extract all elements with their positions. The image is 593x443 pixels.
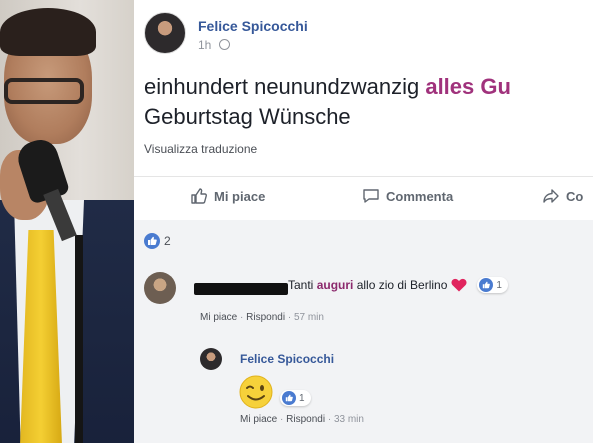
thumbs-up-icon (191, 188, 207, 204)
comment-reaction-pill[interactable]: 1 (477, 277, 508, 293)
post-text: einhundert neunundzwanzig alles Gu Gebur… (144, 72, 511, 132)
comment-actions: Mi piace · Rispondi · 57 min (200, 312, 324, 323)
comment-text-post: allo zio di Berlino (353, 278, 448, 292)
post-text-plain: einhundert neunundzwanzig (144, 74, 426, 99)
reply-reaction-count: 1 (299, 392, 305, 404)
share-button-label: Co (566, 188, 584, 204)
comment-reply-link[interactable]: Rispondi (246, 312, 285, 323)
reply-time[interactable]: 33 min (334, 414, 364, 425)
reply-author-avatar[interactable] (200, 348, 222, 370)
post-meta: 1h (198, 38, 230, 52)
wink-emoji-icon (239, 375, 273, 409)
globe-icon (218, 39, 230, 50)
facebook-post: Felice Spicocchi 1h einhundert neunundzw… (134, 0, 593, 443)
post-time[interactable]: 1h (198, 38, 211, 52)
profile-photo (0, 0, 134, 443)
comment-button-label: Commenta (386, 188, 454, 204)
author-name[interactable]: Felice Spicocchi (198, 18, 308, 34)
redacted-commenter-name (194, 283, 288, 295)
share-button[interactable]: Co (542, 187, 583, 205)
photo-mic-cable (75, 235, 83, 443)
reply-actions: Mi piace · Rispondi · 33 min (240, 414, 364, 425)
post-text-highlight: alles Gu (425, 74, 511, 99)
reactions-summary[interactable]: 2 (144, 233, 171, 249)
heart-icon (451, 278, 467, 292)
likes-count-value: 2 (164, 234, 171, 248)
comment-reaction-count: 1 (496, 279, 502, 291)
comment-button[interactable]: Commenta (362, 187, 453, 205)
comments-section: 2 Tanti auguri allo zio di Berlino 1 Mi … (134, 220, 593, 443)
like-reaction-icon (282, 391, 296, 405)
share-arrow-icon (543, 189, 559, 203)
like-reaction-icon (144, 233, 160, 249)
reply-author-name[interactable]: Felice Spicocchi (240, 352, 334, 366)
comment-text-pre: Tanti (288, 278, 317, 292)
like-button[interactable]: Mi piace (190, 187, 265, 205)
commenter-avatar[interactable] (144, 272, 176, 304)
comment-text-highlight: auguri (316, 278, 354, 292)
reply-reaction-pill[interactable]: 1 (280, 390, 311, 406)
photo-hair (0, 8, 96, 56)
author-avatar[interactable] (144, 12, 186, 54)
comment-text: Tanti auguri allo zio di Berlino 1 (288, 277, 508, 293)
like-button-label: Mi piace (214, 188, 266, 204)
reply-like-link[interactable]: Mi piace (240, 414, 277, 425)
comment-like-link[interactable]: Mi piace (200, 312, 237, 323)
comment-time[interactable]: 57 min (294, 312, 324, 323)
reply-reply-link[interactable]: Rispondi (286, 414, 325, 425)
like-reaction-icon (479, 278, 494, 292)
post-text-line2: Geburtstag Wünsche (144, 104, 351, 129)
comment-bubble-icon (363, 189, 379, 203)
photo-glasses (4, 78, 84, 104)
see-translation-link[interactable]: Visualizza traduzione (144, 142, 257, 156)
post-actions-bar: Mi piace Commenta Co (134, 176, 593, 216)
